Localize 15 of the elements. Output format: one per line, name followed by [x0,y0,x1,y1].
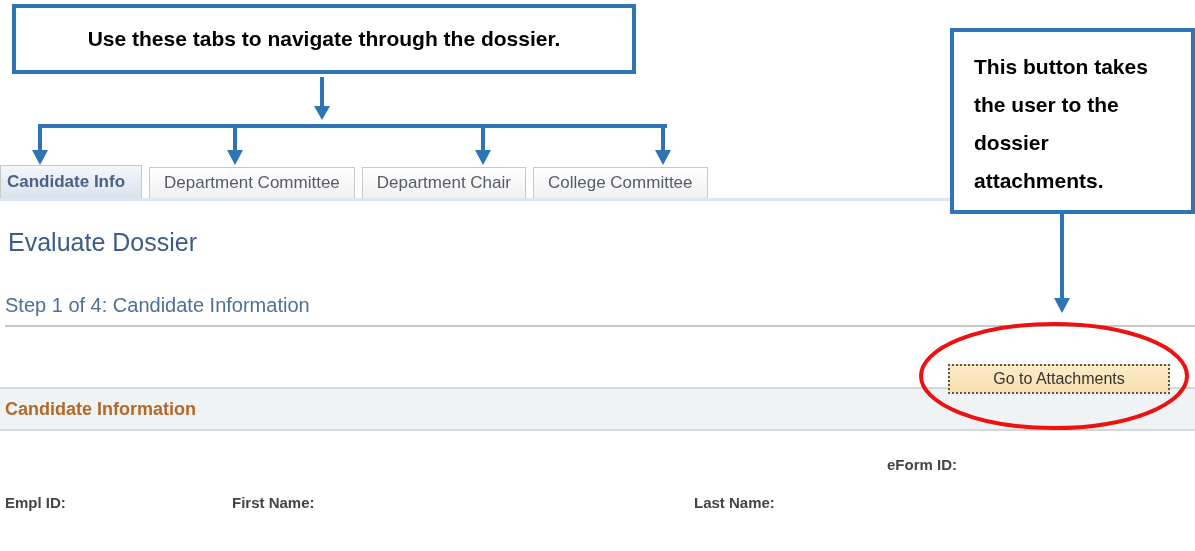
tab[interactable]: Candidate Info [0,165,143,198]
callout-box: This button takes the user to the dossier attachments. [950,28,1195,214]
section-title: Candidate Information [5,398,196,420]
tab[interactable]: Department Committee [149,167,355,198]
go-to-attachments-button[interactable]: Go to Attachments [948,364,1170,394]
tab[interactable]: Department Chair [361,167,526,198]
callout-box: Use these tabs to navigate through the dossier. [12,4,636,74]
field-label: Empl ID: [5,494,67,511]
arrow [314,77,330,120]
page-title: Evaluate Dossier [8,228,198,258]
step-heading: Step 1 of 4: Candidate Information [5,294,1195,327]
field-label: Last Name: [694,494,775,511]
field-label: eForm ID: [887,456,957,473]
field-label: First Name: [232,494,316,511]
tab[interactable]: College Committee [532,167,708,198]
